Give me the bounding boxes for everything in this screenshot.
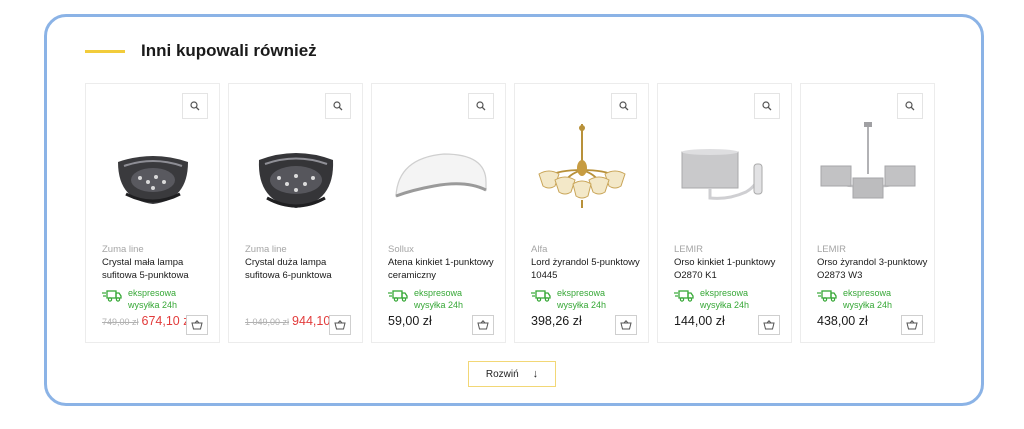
heading-accent-line: [85, 49, 125, 53]
express-delivery: ekspresowa wysyłka 24h: [531, 287, 627, 311]
express-delivery: ekspresowa wysyłka 24h: [817, 287, 913, 311]
truck-icon: [388, 290, 408, 302]
magnifier-icon: [762, 101, 772, 111]
product-brand: Zuma line: [102, 244, 144, 255]
basket-icon: [763, 320, 775, 330]
price-row: 144,00 zł: [674, 314, 725, 328]
delivery-text: ekspresowa wysyłka 24h: [414, 288, 464, 310]
magnifier-icon: [619, 101, 629, 111]
expand-button[interactable]: Rozwiń ↓: [468, 361, 556, 387]
product-card[interactable]: LEMIR Orso kinkiet 1-punktowy O2870 K1 e…: [657, 83, 792, 343]
add-to-cart-button[interactable]: [472, 315, 494, 335]
zoom-button[interactable]: [468, 93, 494, 119]
delivery-text: ekspresowa wysyłka 24h: [700, 288, 750, 310]
sale-price: 674,10 zł: [141, 314, 193, 328]
old-price: 1 049,00 zł: [245, 317, 290, 327]
product-image[interactable]: [525, 122, 639, 232]
magnifier-icon: [190, 101, 200, 111]
add-to-cart-button[interactable]: [758, 315, 780, 335]
basket-icon: [620, 320, 632, 330]
product-name[interactable]: Atena kinkiet 1-punktowy ceramiczny: [388, 257, 500, 282]
expand-label: Rozwiń: [485, 368, 519, 380]
zoom-button[interactable]: [325, 93, 351, 119]
add-to-cart-button[interactable]: [186, 315, 208, 335]
product-list: Zuma line Crystal mała lampa sufitowa 5-…: [85, 83, 943, 343]
delivery-text: ekspresowa wysyłka 24h: [128, 288, 178, 310]
product-card[interactable]: LEMIR Orso żyrandol 3-punktowy O2873 W3 …: [800, 83, 935, 343]
basket-icon: [477, 320, 489, 330]
section-title: Inni kupowali również: [141, 41, 317, 60]
truck-icon: [674, 290, 694, 302]
add-to-cart-button[interactable]: [901, 315, 923, 335]
product-card[interactable]: Zuma line Crystal duża lampa sufitowa 6-…: [228, 83, 363, 343]
express-delivery: ekspresowa wysyłka 24h: [388, 287, 484, 311]
product-brand: LEMIR: [817, 244, 847, 255]
magnifier-icon: [905, 101, 915, 111]
product-image[interactable]: [668, 122, 782, 232]
express-delivery: ekspresowa wysyłka 24h: [102, 287, 198, 311]
magnifier-icon: [333, 101, 343, 111]
arrow-down-icon: ↓: [532, 368, 539, 380]
product-card[interactable]: Sollux Atena kinkiet 1-punktowy ceramicz…: [371, 83, 506, 343]
price-row: 1 049,00 zł 944,10: [245, 314, 330, 328]
delivery-text: ekspresowa wysyłka 24h: [843, 288, 893, 310]
product-card[interactable]: Zuma line Crystal mała lampa sufitowa 5-…: [85, 83, 220, 343]
product-brand: Zuma line: [245, 244, 287, 255]
price: 59,00 zł: [388, 314, 432, 328]
product-brand: LEMIR: [674, 244, 704, 255]
product-name[interactable]: Orso kinkiet 1-punktowy O2870 K1: [674, 257, 786, 282]
magnifier-icon: [476, 101, 486, 111]
price: 438,00 zł: [817, 314, 868, 328]
zoom-button[interactable]: [754, 93, 780, 119]
price-row: 438,00 zł: [817, 314, 868, 328]
basket-icon: [334, 320, 346, 330]
price-row: 749,00 zł 674,10 zł: [102, 314, 192, 328]
product-image[interactable]: [811, 122, 925, 232]
product-brand: Sollux: [388, 244, 414, 255]
truck-icon: [531, 290, 551, 302]
zoom-button[interactable]: [182, 93, 208, 119]
product-brand: Alfa: [531, 244, 548, 255]
section-heading: Inni kupowali również: [85, 41, 317, 61]
product-name[interactable]: Orso żyrandol 3-punktowy O2873 W3: [817, 257, 929, 282]
basket-icon: [906, 320, 918, 330]
truck-icon: [817, 290, 837, 302]
product-name[interactable]: Crystal mała lampa sufitowa 5-punktowa: [102, 257, 214, 282]
product-card[interactable]: Alfa Lord żyrandol 5-punktowy 10445 eksp…: [514, 83, 649, 343]
delivery-text: ekspresowa wysyłka 24h: [557, 288, 607, 310]
product-image[interactable]: [96, 122, 210, 232]
recommendations-panel: Inni kupowali również Zuma line Crystal …: [44, 14, 984, 406]
add-to-cart-button[interactable]: [615, 315, 637, 335]
zoom-button[interactable]: [897, 93, 923, 119]
price-row: 59,00 zł: [388, 314, 432, 328]
product-name[interactable]: Crystal duża lampa sufitowa 6-punktowa: [245, 257, 357, 282]
old-price: 749,00 zł: [102, 317, 139, 327]
product-image[interactable]: [382, 122, 496, 232]
express-delivery: ekspresowa wysyłka 24h: [674, 287, 770, 311]
truck-icon: [102, 290, 122, 302]
price: 144,00 zł: [674, 314, 725, 328]
product-name[interactable]: Lord żyrandol 5-punktowy 10445: [531, 257, 643, 282]
product-image[interactable]: [239, 122, 353, 232]
add-to-cart-button[interactable]: [329, 315, 351, 335]
zoom-button[interactable]: [611, 93, 637, 119]
basket-icon: [191, 320, 203, 330]
price: 398,26 zł: [531, 314, 582, 328]
sale-price: 944,10: [292, 314, 331, 328]
price-row: 398,26 zł: [531, 314, 582, 328]
